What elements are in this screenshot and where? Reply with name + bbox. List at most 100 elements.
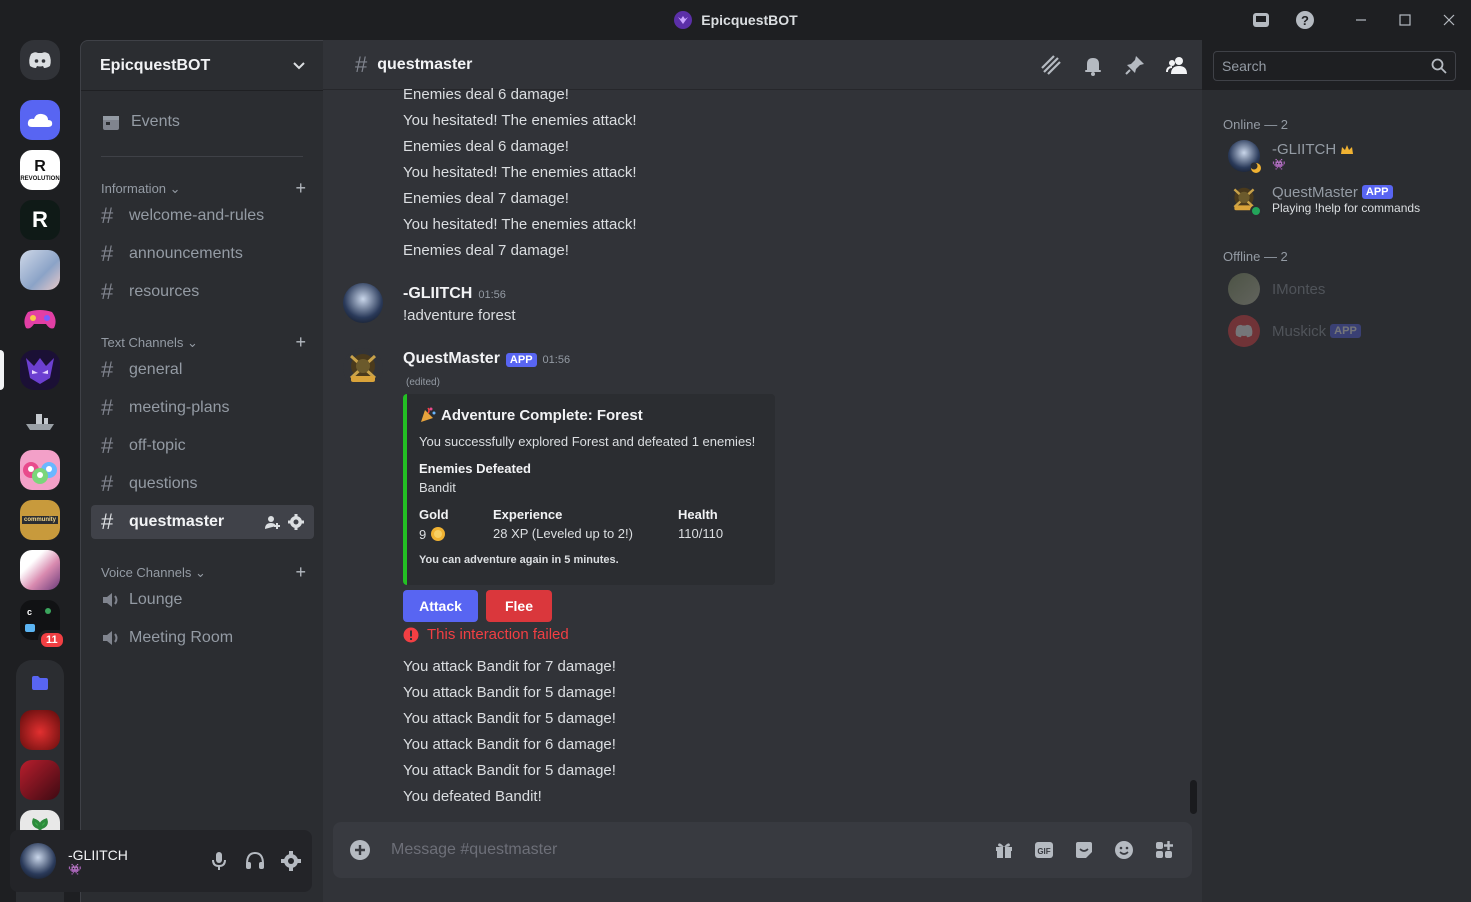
channel-meeting-plans[interactable]: # meeting-plans — [91, 391, 314, 425]
voice-channel-meeting-room[interactable]: Meeting Room — [91, 621, 314, 655]
search-input[interactable]: Search — [1213, 51, 1456, 81]
online-category: Online — 2 — [1223, 117, 1289, 132]
server-revolution[interactable]: R REVOLUTION — [20, 150, 60, 190]
scrollbar-thumb[interactable] — [1190, 780, 1197, 814]
headphones-icon[interactable] — [244, 850, 266, 872]
cloud-icon — [27, 113, 53, 127]
embed-field-name: Gold — [419, 507, 449, 522]
pin-icon[interactable] — [1124, 54, 1146, 76]
member-name: QuestMaster — [1272, 183, 1358, 201]
microphone-icon[interactable] — [208, 850, 230, 872]
embed-field-name: Experience — [493, 507, 563, 522]
bell-icon[interactable] — [1082, 54, 1104, 76]
message-line: You attack Bandit for 5 damage! — [403, 684, 616, 701]
server-r[interactable]: R — [20, 200, 60, 240]
server-powerpuff[interactable] — [20, 450, 60, 490]
events-item[interactable]: Events — [91, 105, 314, 139]
server-anime[interactable] — [20, 250, 60, 290]
minimize-icon — [1356, 19, 1366, 21]
member-list: Online — 2 -GLIITCH 👾 QuestMaster APP Pla… — [1202, 90, 1471, 902]
server-red-monster[interactable] — [20, 710, 60, 750]
user-panel-username: -GLIITCH — [68, 846, 128, 863]
message-line: Enemies deal 6 damage! — [403, 138, 569, 155]
member-item[interactable]: Muskick APP — [1228, 315, 1361, 347]
attack-button[interactable]: Attack — [403, 590, 478, 622]
inbox-button[interactable] — [1239, 0, 1283, 40]
message-author[interactable]: QuestMaster — [403, 350, 500, 368]
message-line: You defeated Bandit! — [403, 788, 542, 805]
bot-avatar[interactable] — [343, 348, 383, 388]
channel-general[interactable]: # general — [91, 353, 314, 387]
title-bar: EpicquestBOT ? — [0, 0, 1471, 40]
category-text-channels[interactable]: Text Channels ⌄ + — [101, 332, 306, 353]
help-button[interactable]: ? — [1283, 0, 1327, 40]
invite-icon[interactable] — [264, 514, 280, 530]
app-tag: APP — [505, 353, 537, 367]
channel-off-topic[interactable]: # off-topic — [91, 429, 314, 463]
emoji-icon — [1115, 841, 1133, 859]
embed-field-name: Enemies Defeated — [419, 461, 531, 476]
add-channel-icon[interactable]: + — [295, 178, 306, 199]
party-popper-icon — [421, 407, 436, 422]
guild-header[interactable]: EpicquestBOT — [81, 41, 323, 91]
gif-button[interactable]: GIF — [1032, 838, 1056, 862]
offline-category: Offline — 2 — [1223, 249, 1288, 264]
embed-field-value: 28 XP (Leveled up to 2!) — [493, 526, 633, 541]
message-line: You attack Bandit for 7 damage! — [403, 658, 616, 675]
close-button[interactable] — [1427, 0, 1471, 40]
speaker-icon — [103, 631, 118, 645]
alien-icon: 👾 — [1272, 159, 1286, 171]
message-line: Enemies deal 6 damage! — [403, 86, 569, 103]
server-cloud[interactable] — [20, 100, 60, 140]
server-gamepad[interactable] — [20, 300, 60, 340]
threads-icon[interactable] — [1040, 54, 1062, 76]
emoji-button[interactable] — [1112, 838, 1136, 862]
app-tag: APP — [1330, 324, 1361, 338]
hash-icon: # — [101, 395, 114, 420]
message-line: You hesitated! The enemies attack! — [403, 112, 637, 129]
server-home[interactable] — [20, 40, 60, 80]
alien-icon: 👾 — [68, 863, 82, 876]
channel-welcome-and-rules[interactable]: # welcome-and-rules — [91, 199, 314, 233]
server-ninja[interactable] — [20, 760, 60, 800]
settings-gear-icon[interactable] — [280, 850, 302, 872]
message-avatar[interactable] — [343, 283, 383, 323]
message-input[interactable]: Message #questmaster — [391, 841, 992, 859]
category-voice-channels[interactable]: Voice Channels ⌄ + — [101, 562, 306, 583]
add-attachment-icon[interactable] — [349, 839, 371, 861]
channel-resources[interactable]: # resources — [91, 275, 314, 309]
member-activity: Playing !help for commands — [1272, 200, 1421, 215]
gift-button[interactable] — [992, 838, 1016, 862]
embed-title: Adventure Complete: Forest — [419, 406, 761, 424]
category-information[interactable]: Information ⌄ + — [101, 178, 306, 199]
add-channel-icon[interactable]: + — [295, 332, 306, 353]
server-community[interactable]: community — [20, 500, 60, 540]
hash-icon: # — [101, 279, 114, 304]
minimize-button[interactable] — [1339, 0, 1383, 40]
channel-questmaster[interactable]: # questmaster — [91, 505, 314, 539]
discord-logo-icon — [29, 52, 51, 68]
voice-channel-lounge[interactable]: Lounge — [91, 583, 314, 617]
gamepad-icon — [24, 310, 56, 329]
apps-button[interactable] — [1152, 838, 1176, 862]
server-epicquestbot[interactable] — [20, 350, 60, 390]
server-avatar[interactable] — [20, 550, 60, 590]
server-ship[interactable] — [20, 400, 60, 440]
sticker-icon — [1076, 842, 1092, 858]
sticker-button[interactable] — [1072, 838, 1096, 862]
avatar[interactable] — [20, 843, 56, 879]
add-channel-icon[interactable]: + — [295, 562, 306, 583]
members-icon[interactable] — [1166, 54, 1188, 76]
message-author[interactable]: -GLIITCH — [403, 285, 472, 303]
maximize-button[interactable] — [1383, 0, 1427, 40]
svg-text:c: c — [27, 607, 32, 617]
gear-icon[interactable] — [288, 514, 304, 530]
channel-questions[interactable]: # questions — [91, 467, 314, 501]
folder-icon — [32, 676, 48, 690]
channel-announcements[interactable]: # announcements — [91, 237, 314, 271]
member-item[interactable]: QuestMaster APP Playing !help for command… — [1228, 183, 1421, 217]
member-item[interactable]: IMontes — [1228, 273, 1325, 305]
flee-button[interactable]: Flee — [486, 590, 552, 622]
member-item[interactable]: -GLIITCH 👾 — [1228, 140, 1354, 173]
discord-logo-icon — [1235, 324, 1253, 338]
